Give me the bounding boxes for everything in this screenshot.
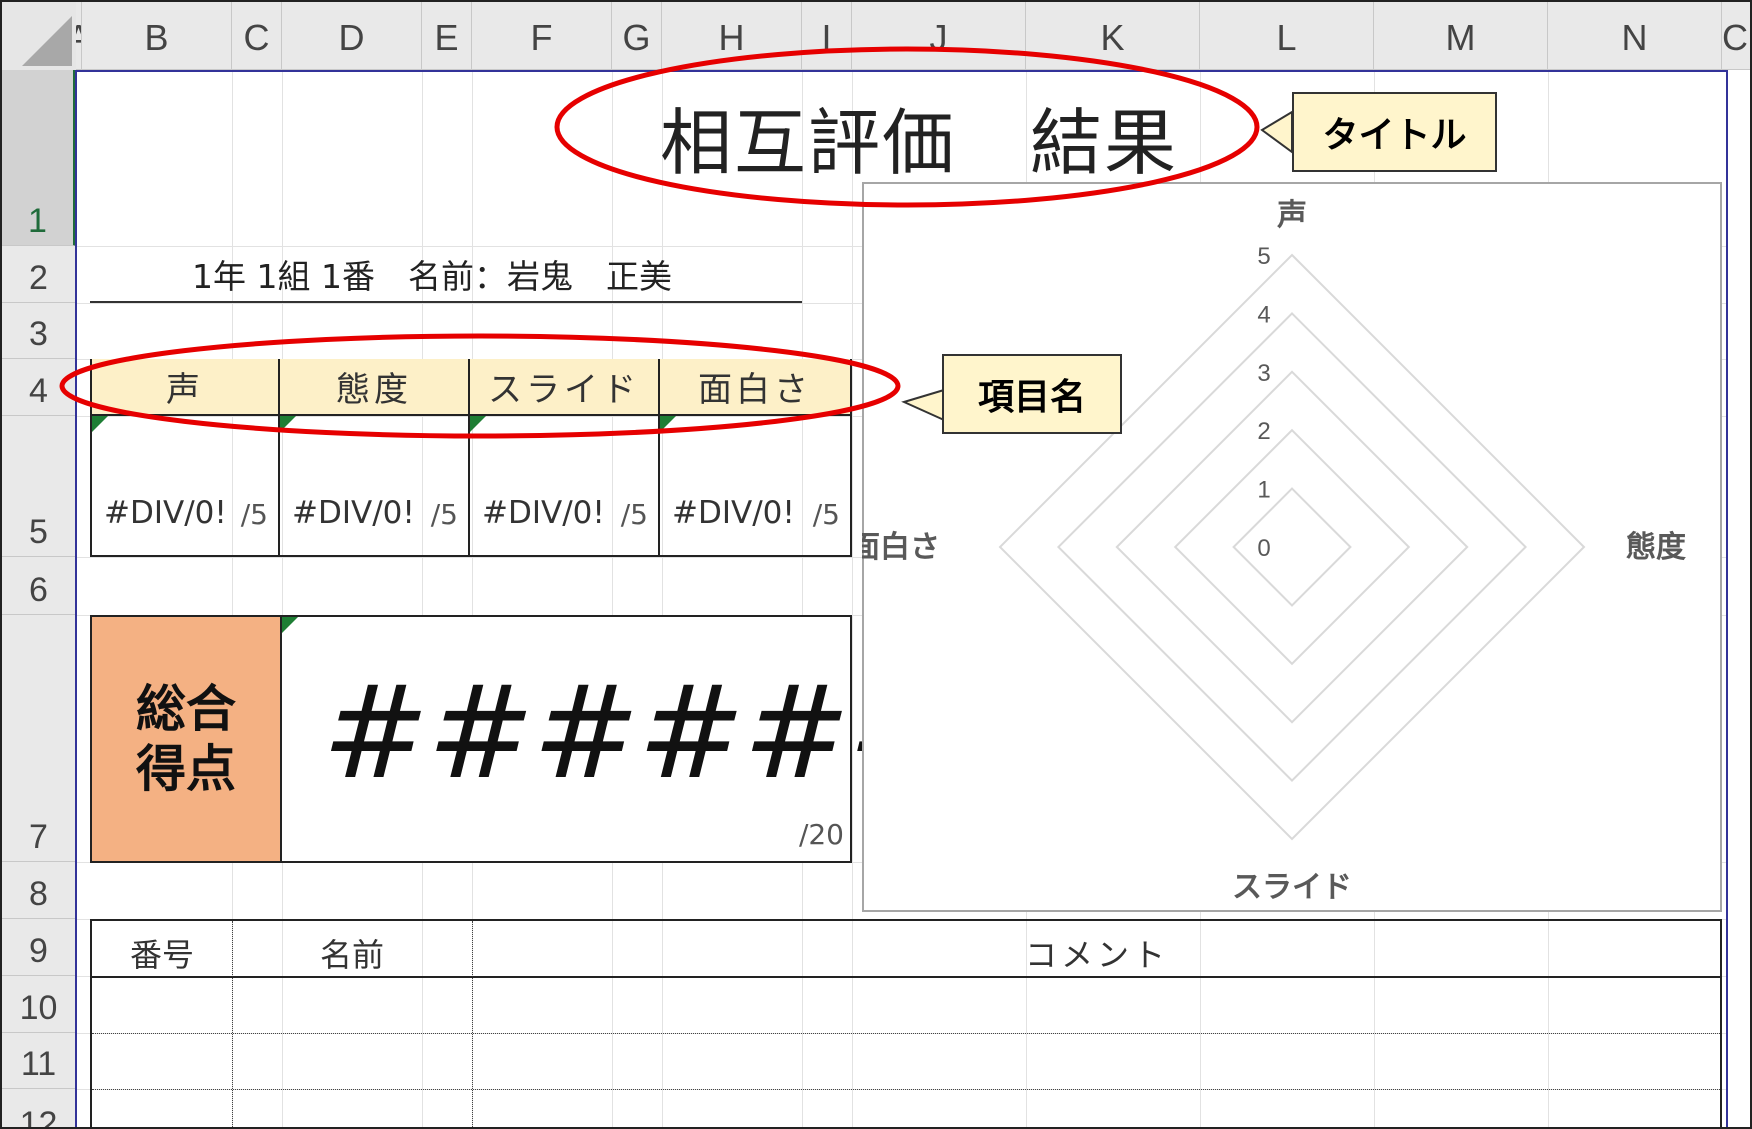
radar-tick-label: 4 bbox=[1257, 301, 1270, 328]
chart-area[interactable] bbox=[862, 182, 1722, 912]
col-header-i[interactable]: I bbox=[802, 2, 852, 70]
row-header-1[interactable]: 1 bbox=[2, 70, 76, 246]
total-value: ###### bbox=[322, 659, 955, 808]
row-header-4[interactable]: 4 bbox=[2, 359, 76, 416]
total-value-cell[interactable]: ###### /20 bbox=[282, 617, 955, 861]
score-cell-voice[interactable]: #DIV/0! /5 bbox=[92, 416, 280, 557]
select-all-icon bbox=[22, 16, 72, 66]
row-header-7[interactable]: 7 bbox=[2, 615, 76, 862]
formula-indicator-icon bbox=[470, 416, 486, 432]
col-header-n[interactable]: N bbox=[1548, 2, 1722, 70]
col-header-f[interactable]: F bbox=[472, 2, 612, 70]
comment-row[interactable] bbox=[92, 1034, 1720, 1088]
spreadsheet: A B C D E F G H I J K L M N CF 1 2 3 4 5… bbox=[0, 0, 1752, 1129]
student-info: 1年 1組 1番 名前：岩鬼 正美 bbox=[192, 257, 672, 296]
row-header-8[interactable]: 8 bbox=[2, 862, 76, 919]
col-header-b[interactable]: B bbox=[82, 2, 232, 70]
formula-indicator-icon bbox=[280, 416, 296, 432]
comment-header-number: 番号 bbox=[129, 936, 194, 974]
title-callout-pointer bbox=[1260, 110, 1293, 154]
page-break-top-line bbox=[75, 70, 1732, 72]
sheet-title: 相互評価 結果 bbox=[660, 101, 1179, 185]
radar-axis-label: スライド bbox=[1232, 870, 1352, 905]
row-header-12[interactable]: 12 bbox=[2, 1089, 76, 1127]
row-header-3[interactable]: 3 bbox=[2, 303, 76, 359]
score-value: #DIV/0! bbox=[672, 495, 795, 531]
score-max: /5 bbox=[430, 498, 458, 531]
comment-row[interactable] bbox=[92, 978, 1720, 1032]
formula-indicator-icon bbox=[282, 617, 298, 633]
col-header-e[interactable]: E bbox=[422, 2, 472, 70]
row-header-5[interactable]: 5 bbox=[2, 416, 76, 557]
score-cell-slide[interactable]: #DIV/0! /5 bbox=[470, 416, 660, 557]
score-value: #DIV/0! bbox=[104, 495, 227, 531]
item-callout: 項目名 bbox=[942, 354, 1122, 434]
col-header-k[interactable]: K bbox=[1026, 2, 1200, 70]
score-max: /5 bbox=[812, 498, 840, 531]
radar-axis-label: 声 bbox=[1277, 198, 1307, 233]
comment-row[interactable] bbox=[92, 1090, 1720, 1127]
item-header-slide[interactable]: スライド bbox=[470, 359, 660, 416]
comment-header-name: 名前 bbox=[319, 936, 384, 974]
item-header-voice[interactable]: 声 bbox=[92, 359, 280, 416]
total-label-cell: 総合 得点 bbox=[92, 617, 282, 861]
formula-indicator-icon bbox=[660, 416, 676, 432]
radar-tick-label: 0 bbox=[1257, 535, 1270, 562]
row-header-6[interactable]: 6 bbox=[2, 557, 76, 615]
comment-header-comment: コメント bbox=[1024, 936, 1169, 974]
item-header-interest[interactable]: 面白さ bbox=[660, 359, 850, 416]
page-break-line bbox=[75, 70, 77, 1127]
select-all-corner[interactable] bbox=[2, 2, 77, 71]
score-value: #DIV/0! bbox=[292, 495, 415, 531]
col-header-g[interactable]: G bbox=[612, 2, 662, 70]
col-header-d[interactable]: D bbox=[282, 2, 422, 70]
total-label-line2: 得点 bbox=[136, 740, 236, 798]
radar-axis-label: 面白さ bbox=[862, 530, 940, 565]
radar-tick-label: 2 bbox=[1257, 418, 1270, 445]
total-max: /20 bbox=[798, 818, 844, 851]
col-header-cf[interactable]: CF bbox=[1722, 2, 1750, 70]
formula-indicator-icon bbox=[92, 416, 108, 432]
radar-tick-label: 1 bbox=[1257, 477, 1270, 504]
score-cell-attitude[interactable]: #DIV/0! /5 bbox=[280, 416, 470, 557]
radar-axis-label: 態度 bbox=[1626, 530, 1686, 565]
col-header-c[interactable]: C bbox=[232, 2, 282, 70]
score-max: /5 bbox=[620, 498, 648, 531]
radar-tick-label: 3 bbox=[1257, 360, 1270, 387]
radar-chart[interactable]: 0 1 2 3 4 5 声態度スライド 面白さ bbox=[862, 182, 1722, 912]
col-header-j[interactable]: J bbox=[852, 2, 1026, 70]
title-callout: タイトル bbox=[1292, 92, 1497, 172]
row-header-9[interactable]: 9 bbox=[2, 919, 76, 976]
row-header-11[interactable]: 11 bbox=[2, 1033, 76, 1089]
total-label-line1: 総合 bbox=[136, 680, 236, 738]
score-value: #DIV/0! bbox=[482, 495, 605, 531]
col-header-l[interactable]: L bbox=[1200, 2, 1374, 70]
row-header-2[interactable]: 2 bbox=[2, 246, 76, 303]
row-header-10[interactable]: 10 bbox=[2, 976, 76, 1033]
col-header-h[interactable]: H bbox=[662, 2, 802, 70]
item-header-attitude[interactable]: 態度 bbox=[280, 359, 470, 416]
vertical-scrollbar[interactable] bbox=[1726, 70, 1750, 1127]
radar-tick-label: 5 bbox=[1257, 243, 1270, 270]
score-max: /5 bbox=[240, 498, 268, 531]
score-cell-interest[interactable]: #DIV/0! /5 bbox=[660, 416, 850, 557]
student-underline bbox=[90, 301, 802, 303]
col-header-m[interactable]: M bbox=[1374, 2, 1548, 70]
